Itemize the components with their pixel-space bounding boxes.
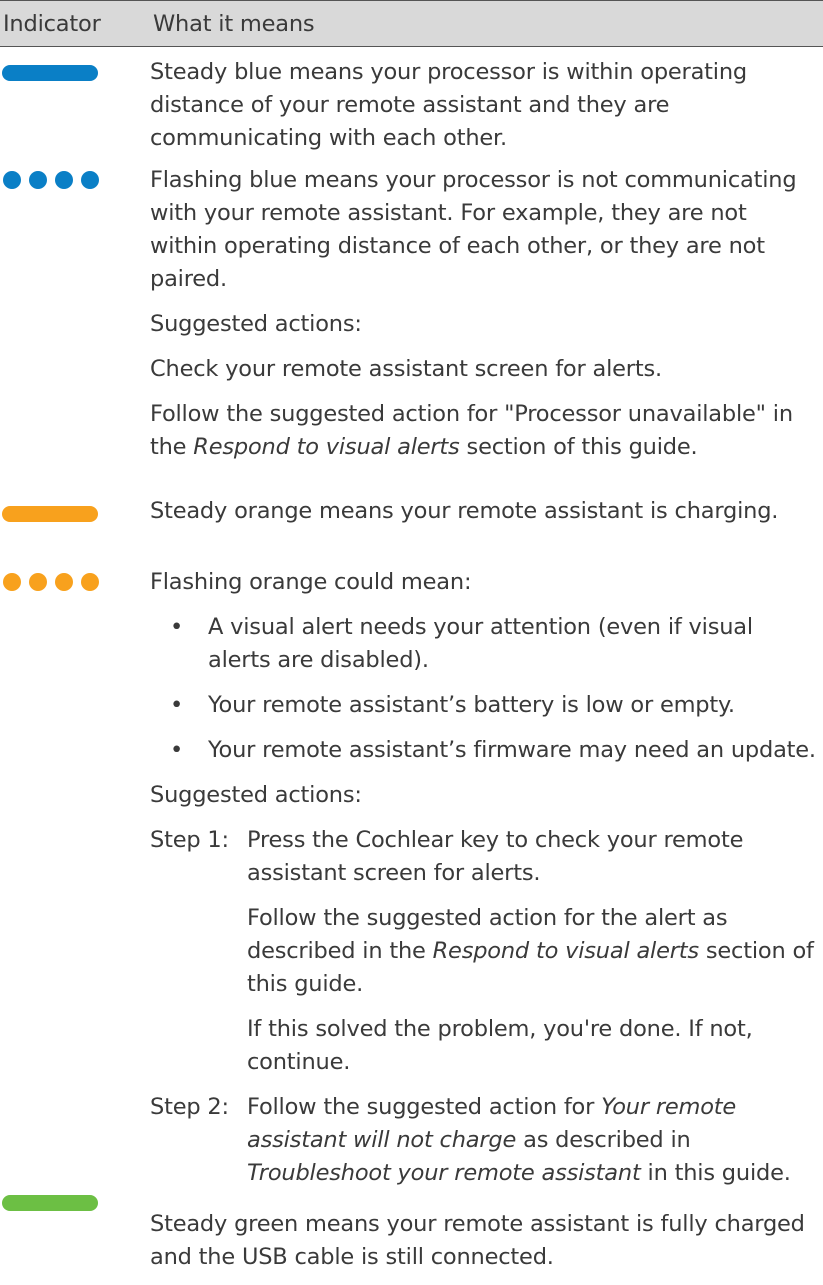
steady-orange-icon: [2, 505, 122, 525]
flashing-blue-icon: [2, 170, 122, 190]
step-1-label: Step 1:: [150, 827, 229, 853]
section-reference: Respond to visual alerts: [432, 938, 700, 964]
steady-blue-text: Steady blue means your processor is with…: [150, 59, 748, 151]
flashing-blue-action2: Follow the suggested action for "Process…: [150, 401, 793, 460]
flashing-orange-list: • A visual alert needs your attention (ev…: [150, 611, 820, 767]
header-indicator: Indicator: [3, 11, 101, 37]
step-1: Step 1: Press the Cochlear key to check …: [150, 824, 820, 1079]
flashing-orange-suggested: Suggested actions:: [150, 782, 362, 808]
section-reference: Troubleshoot your remote assistant: [247, 1160, 641, 1186]
step-2-text: Follow the suggested action for Your rem…: [247, 1094, 791, 1186]
flashing-blue-text: Flashing blue means your processor is no…: [150, 167, 797, 292]
step-1-followup: Follow the suggested action for the aler…: [247, 905, 814, 997]
steady-blue-icon: [2, 64, 122, 84]
flashing-blue-action1: Check your remote assistant screen for a…: [150, 356, 662, 382]
list-item: • Your remote assistant’s firmware may ne…: [170, 737, 816, 763]
steady-orange-text: Steady orange means your remote assistan…: [150, 498, 779, 524]
steady-green-icon: [2, 1194, 122, 1214]
step-2-label: Step 2:: [150, 1094, 229, 1120]
table-header: Indicator What it means: [0, 0, 823, 47]
section-reference: Respond to visual alerts: [193, 434, 460, 460]
step-1-continue: If this solved the problem, you're done.…: [247, 1016, 753, 1075]
steady-green-text: Steady green means your remote assistant…: [150, 1211, 805, 1270]
list-item: • A visual alert needs your attention (ev…: [170, 614, 753, 673]
list-item: • Your remote assistant’s battery is low …: [170, 692, 735, 718]
indicator-table: Indicator What it means Steady blue mean…: [0, 0, 823, 1285]
flashing-orange-intro: Flashing orange could mean:: [150, 569, 472, 595]
flashing-orange-icon: [2, 572, 122, 592]
header-meaning: What it means: [153, 11, 315, 37]
flashing-blue-suggested: Suggested actions:: [150, 311, 362, 337]
step-2: Step 2: Follow the suggested action for …: [150, 1091, 820, 1190]
step-1-text: Press the Cochlear key to check your rem…: [247, 827, 744, 886]
